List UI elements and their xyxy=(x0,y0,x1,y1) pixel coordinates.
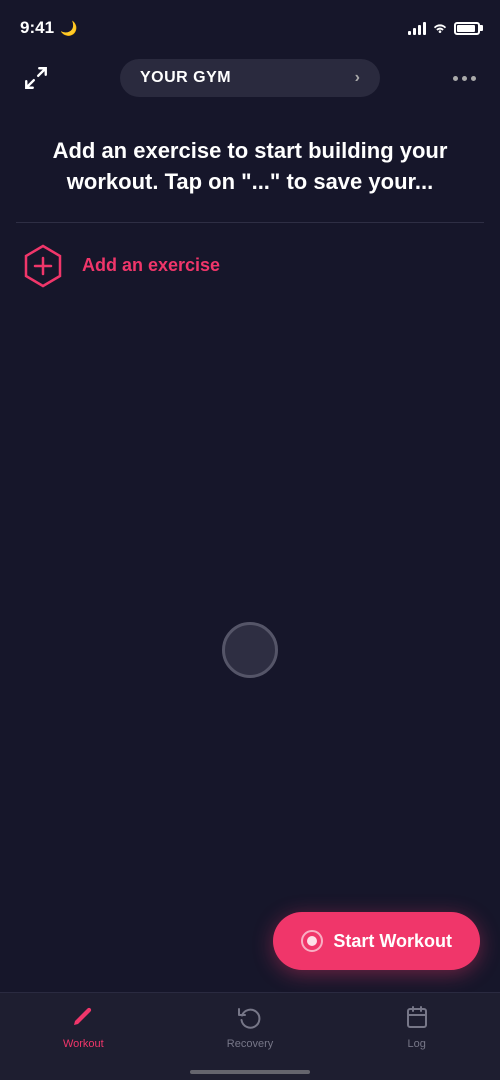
add-exercise-label: Add an exercise xyxy=(82,255,220,276)
status-icons xyxy=(408,20,480,37)
moon-icon: 🌙 xyxy=(60,20,77,37)
gym-selector[interactable]: YOUR GYM › xyxy=(120,59,380,97)
more-options-button[interactable] xyxy=(444,58,484,98)
nav-item-log[interactable]: Log xyxy=(333,1003,500,1050)
recovery-icon xyxy=(238,1005,262,1033)
log-icon xyxy=(405,1005,429,1033)
bottom-nav: Workout Recovery Log xyxy=(0,992,500,1080)
time-text: 9:41 xyxy=(20,18,54,38)
content-fill-area xyxy=(0,309,500,992)
add-exercise-row[interactable]: Add an exercise xyxy=(0,223,500,309)
wifi-icon xyxy=(432,20,448,37)
nav-label-log: Log xyxy=(408,1038,426,1050)
start-workout-button[interactable]: Start Workout xyxy=(273,912,480,970)
status-time: 9:41 🌙 xyxy=(20,18,77,38)
signal-icon xyxy=(408,21,426,35)
dot-icon xyxy=(453,76,458,81)
expand-button[interactable] xyxy=(16,58,56,98)
nav-item-workout[interactable]: Workout xyxy=(0,1003,167,1050)
battery-icon xyxy=(454,22,480,35)
status-bar: 9:41 🌙 xyxy=(0,0,500,50)
toolbar: YOUR GYM › xyxy=(0,50,500,106)
nav-label-recovery: Recovery xyxy=(227,1038,273,1050)
workout-icon xyxy=(71,1005,95,1033)
dot-icon xyxy=(462,76,467,81)
record-inner-circle xyxy=(307,936,317,946)
chevron-right-icon: › xyxy=(355,69,360,87)
start-workout-label: Start Workout xyxy=(333,931,452,952)
record-icon xyxy=(301,930,323,952)
gym-name: YOUR GYM xyxy=(140,69,231,87)
nav-label-workout: Workout xyxy=(63,1038,104,1050)
main-content: Add an exercise to start building your w… xyxy=(0,106,500,992)
drag-indicator[interactable] xyxy=(222,622,278,678)
add-exercise-icon xyxy=(20,243,66,289)
home-indicator xyxy=(190,1070,310,1074)
empty-state-message: Add an exercise to start building your w… xyxy=(0,106,500,222)
dot-icon xyxy=(471,76,476,81)
nav-item-recovery[interactable]: Recovery xyxy=(167,1003,334,1050)
